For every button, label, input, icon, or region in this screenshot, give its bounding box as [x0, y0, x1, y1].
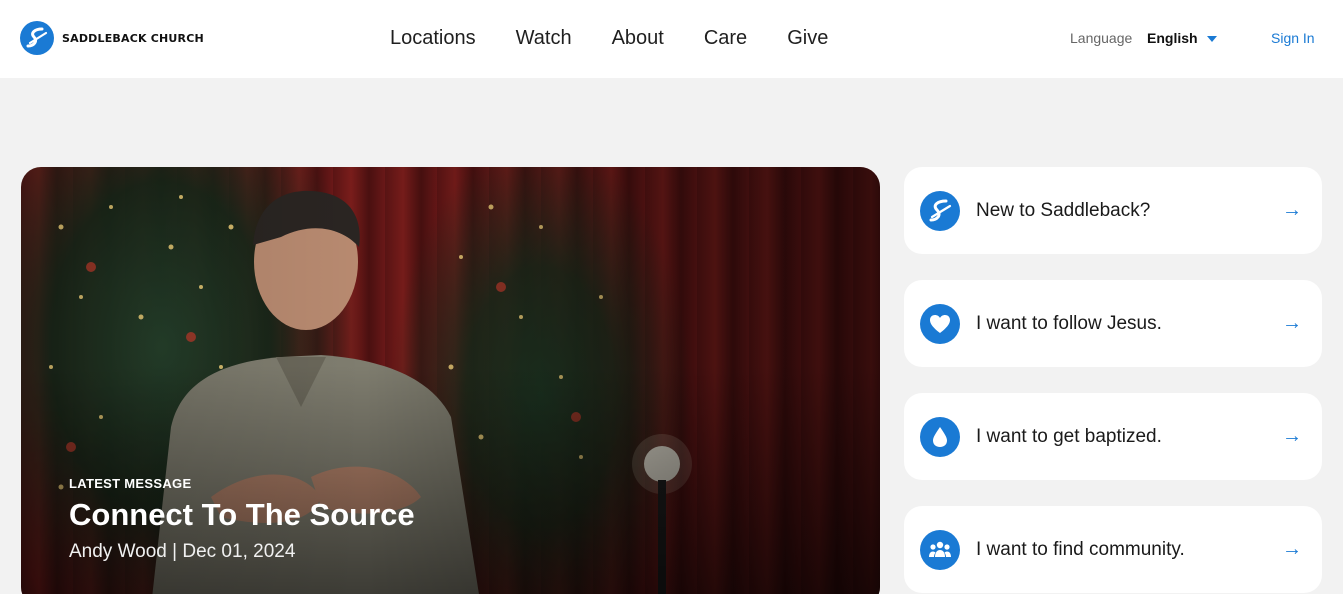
community-icon	[920, 529, 960, 570]
card-label: I want to find community.	[976, 538, 1185, 560]
nav-locations[interactable]: Locations	[390, 27, 476, 50]
hero-text: LATEST MESSAGE Connect To The Source And…	[69, 476, 415, 563]
saddleback-logo-icon	[920, 190, 960, 231]
heart-icon	[920, 303, 960, 344]
card-label: I want to get baptized.	[976, 425, 1162, 447]
card-get-baptized[interactable]: I want to get baptized. →	[904, 393, 1322, 480]
chevron-down-icon	[1206, 35, 1217, 42]
card-label: I want to follow Jesus.	[976, 312, 1162, 334]
site-header: SADDLEBACK CHURCH Locations Watch About …	[0, 0, 1343, 78]
brand-name: SADDLEBACK CHURCH	[62, 31, 204, 45]
card-new-to-saddleback[interactable]: New to Saddleback? →	[904, 167, 1322, 254]
nav-watch[interactable]: Watch	[516, 27, 572, 50]
arrow-right-icon: →	[1282, 199, 1302, 221]
water-drop-icon	[920, 416, 960, 457]
nav-care[interactable]: Care	[704, 27, 747, 50]
card-label: New to Saddleback?	[976, 199, 1151, 221]
language-value: English	[1147, 30, 1198, 46]
language-label: Language	[1070, 30, 1133, 46]
hero-title[interactable]: Connect To The Source	[69, 497, 415, 533]
hero-kicker: LATEST MESSAGE	[69, 476, 192, 491]
main-nav: Locations Watch About Care Give	[390, 27, 828, 50]
hero-meta: Andy Wood | Dec 01, 2024	[69, 541, 296, 562]
sign-in-link[interactable]: Sign In	[1271, 30, 1315, 46]
logo-link[interactable]: SADDLEBACK CHURCH	[20, 21, 204, 55]
card-follow-jesus[interactable]: I want to follow Jesus. →	[904, 280, 1322, 367]
card-find-community[interactable]: I want to find community. →	[904, 506, 1322, 593]
arrow-right-icon: →	[1282, 425, 1302, 447]
nav-about[interactable]: About	[612, 27, 664, 50]
nav-give[interactable]: Give	[787, 27, 828, 50]
language-select[interactable]: English	[1147, 30, 1217, 46]
latest-message-hero[interactable]: LATEST MESSAGE Connect To The Source And…	[21, 167, 880, 594]
arrow-right-icon: →	[1282, 538, 1302, 560]
saddleback-logo-icon	[20, 21, 54, 55]
arrow-right-icon: →	[1282, 312, 1302, 334]
